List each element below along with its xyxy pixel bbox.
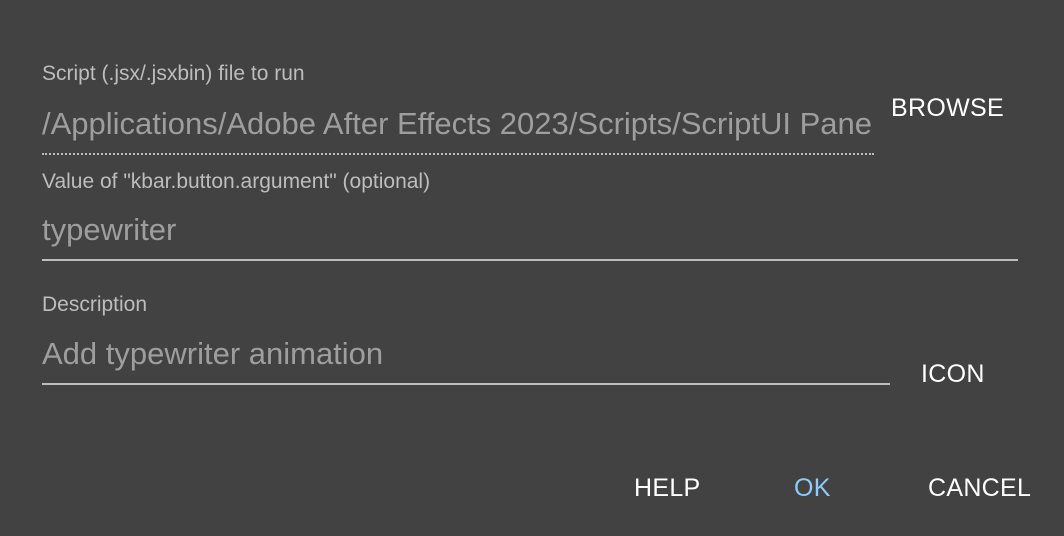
icon-button[interactable]: ICON	[921, 360, 985, 389]
help-button[interactable]: HELP	[634, 474, 701, 503]
script-file-input[interactable]: /Applications/Adobe After Effects 2023/S…	[42, 102, 874, 146]
argument-input[interactable]: typewriter	[42, 208, 1018, 252]
argument-label: Value of "kbar.button.argument" (optiona…	[42, 170, 431, 193]
browse-button[interactable]: BROWSE	[891, 94, 1004, 123]
ok-button[interactable]: OK	[794, 474, 831, 503]
description-underline	[42, 383, 890, 385]
argument-underline	[42, 259, 1018, 261]
description-label: Description	[42, 293, 148, 316]
script-file-label: Script (.jsx/.jsxbin) file to run	[42, 62, 305, 85]
cancel-button[interactable]: CANCEL	[928, 474, 1031, 503]
script-file-underline	[42, 153, 874, 155]
description-input[interactable]: Add typewriter animation	[42, 332, 890, 376]
